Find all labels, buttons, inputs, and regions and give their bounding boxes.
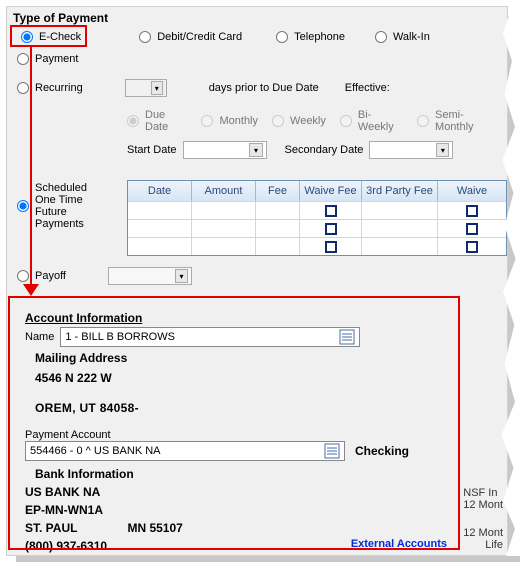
- radio-payoff-label: Payoff: [35, 270, 66, 282]
- th-fee[interactable]: Fee: [256, 181, 300, 201]
- th-waive-fee[interactable]: Waive Fee: [300, 181, 362, 201]
- radio-debit-input[interactable]: [139, 31, 151, 43]
- radio-weekly-input[interactable]: [272, 115, 284, 127]
- checkbox-waive-fee[interactable]: [325, 205, 337, 217]
- radio-duedate[interactable]: Due Date: [127, 109, 187, 133]
- radio-weekly[interactable]: Weekly: [272, 115, 326, 127]
- radio-walkin-input[interactable]: [375, 31, 387, 43]
- radio-recurring[interactable]: Recurring: [17, 82, 83, 94]
- chevron-down-icon: ▾: [151, 81, 163, 95]
- effective-label: Effective:: [345, 82, 390, 94]
- payments-table: Date Amount Fee Waive Fee 3rd Party Fee …: [127, 180, 507, 256]
- chevron-down-icon: ▾: [175, 269, 188, 283]
- start-date-combo[interactable]: ▾: [183, 141, 267, 159]
- days-prior-label: days prior to Due Date: [209, 82, 319, 94]
- highlight-account-info: [8, 296, 460, 550]
- side-line4: Life: [463, 539, 503, 551]
- radio-monthly-input[interactable]: [201, 115, 213, 127]
- radio-weekly-label: Weekly: [290, 115, 326, 127]
- arrow-down-icon: [23, 284, 39, 296]
- checkbox-waive[interactable]: [466, 241, 478, 253]
- checkbox-waive[interactable]: [466, 205, 478, 217]
- radio-debit[interactable]: Debit/Credit Card: [139, 31, 242, 43]
- radio-payment-input[interactable]: [17, 53, 29, 65]
- radio-recurring-input[interactable]: [17, 82, 29, 94]
- th-waive[interactable]: Waive: [438, 181, 506, 201]
- side-line1: NSF In: [463, 487, 503, 499]
- table-row[interactable]: [128, 237, 506, 255]
- radio-walkin[interactable]: Walk-In: [375, 31, 430, 43]
- checkbox-waive-fee[interactable]: [325, 241, 337, 253]
- radio-monthly-label: Monthly: [219, 115, 258, 127]
- highlight-echeck: [10, 25, 87, 47]
- side-cut-text: NSF In 12 Mont 12 Mont Life: [463, 487, 503, 551]
- radio-biweekly-input[interactable]: [340, 115, 352, 127]
- radio-telephone[interactable]: Telephone: [276, 31, 345, 43]
- radio-scheduled-label: Scheduled One Time Future Payments: [35, 182, 105, 230]
- group-title: Type of Payment: [7, 7, 507, 27]
- side-line2: 12 Mont: [463, 499, 503, 511]
- th-date[interactable]: Date: [128, 181, 192, 201]
- radio-duedate-input[interactable]: [127, 115, 139, 127]
- table-row[interactable]: [128, 219, 506, 237]
- checkbox-waive-fee[interactable]: [325, 223, 337, 235]
- chevron-down-icon: ▾: [249, 143, 262, 157]
- radio-monthly[interactable]: Monthly: [201, 115, 258, 127]
- start-date-label: Start Date: [127, 144, 177, 156]
- th-amount[interactable]: Amount: [192, 181, 256, 201]
- radio-payoff[interactable]: Payoff: [17, 270, 66, 282]
- radio-semimonthly-input[interactable]: [417, 115, 429, 127]
- radio-payment[interactable]: Payment: [17, 53, 78, 65]
- radio-telephone-input[interactable]: [276, 31, 288, 43]
- radio-biweekly[interactable]: Bi-Weekly: [340, 109, 403, 133]
- table-header-row: Date Amount Fee Waive Fee 3rd Party Fee …: [128, 181, 506, 201]
- checkbox-waive[interactable]: [466, 223, 478, 235]
- radio-biweekly-label: Bi-Weekly: [358, 109, 403, 133]
- days-combo[interactable]: ▾: [125, 79, 167, 97]
- radio-semimonthly-label: Semi-Monthly: [435, 109, 497, 133]
- radio-payment-label: Payment: [35, 53, 78, 65]
- side-line3: 12 Mont: [463, 527, 503, 539]
- radio-recurring-label: Recurring: [35, 82, 83, 94]
- radio-debit-label: Debit/Credit Card: [157, 31, 242, 43]
- radio-semimonthly[interactable]: Semi-Monthly: [417, 109, 497, 133]
- radio-walkin-label: Walk-In: [393, 31, 430, 43]
- radio-scheduled-input[interactable]: [17, 200, 29, 212]
- arrow-line: [30, 47, 32, 290]
- secondary-date-label: Secondary Date: [285, 144, 364, 156]
- payoff-combo[interactable]: ▾: [108, 267, 192, 285]
- chevron-down-icon: ▾: [436, 143, 449, 157]
- table-row[interactable]: [128, 201, 506, 219]
- secondary-date-combo[interactable]: ▾: [369, 141, 453, 159]
- radio-payoff-input[interactable]: [17, 270, 29, 282]
- radio-telephone-label: Telephone: [294, 31, 345, 43]
- th-3rd-party-fee[interactable]: 3rd Party Fee: [362, 181, 438, 201]
- radio-duedate-label: Due Date: [145, 109, 187, 133]
